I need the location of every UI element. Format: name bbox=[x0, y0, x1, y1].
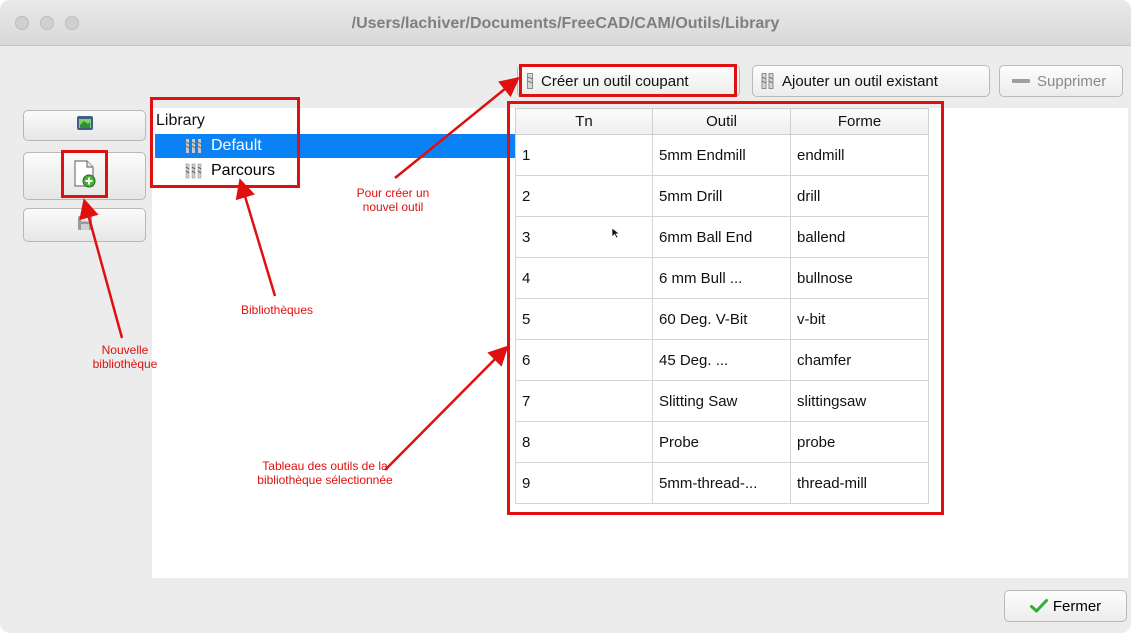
annotation-box-create-tool bbox=[519, 64, 737, 97]
window-title: /Users/lachiver/Documents/FreeCAD/CAM/Ou… bbox=[351, 15, 780, 32]
title-bar: /Users/lachiver/Documents/FreeCAD/CAM/Ou… bbox=[0, 0, 1131, 46]
annotation-text-new-library: Nouvelle bibliothèque bbox=[92, 343, 158, 371]
save-library-button[interactable] bbox=[23, 208, 146, 242]
delete-tool-label: Supprimer bbox=[1037, 72, 1107, 90]
minus-icon bbox=[1012, 78, 1030, 84]
tool-bit-icon bbox=[761, 73, 775, 89]
save-disk-icon bbox=[77, 215, 93, 236]
tool-library-window: /Users/lachiver/Documents/FreeCAD/CAM/Ou… bbox=[0, 0, 1131, 633]
close-button[interactable]: Fermer bbox=[1004, 590, 1127, 622]
annotation-box-new-library bbox=[61, 150, 108, 198]
add-existing-tool-button[interactable]: Ajouter un outil existant bbox=[752, 65, 990, 97]
checkmark-icon bbox=[1029, 599, 1048, 613]
annotation-text-create-tool: Pour créer un nouvel outil bbox=[356, 186, 430, 214]
annotation-box-libraries bbox=[150, 97, 300, 188]
folder-open-icon bbox=[76, 114, 94, 137]
delete-tool-button[interactable]: Supprimer bbox=[999, 65, 1123, 97]
add-existing-tool-label: Ajouter un outil existant bbox=[782, 72, 938, 90]
annotation-text-libraries: Bibliothèques bbox=[240, 303, 314, 317]
annotation-box-tools-table bbox=[507, 101, 944, 515]
annotation-text-tools-table: Tableau des outils de la bibliothèque sé… bbox=[257, 459, 393, 487]
open-library-button[interactable] bbox=[23, 110, 146, 141]
close-label: Fermer bbox=[1052, 597, 1102, 615]
